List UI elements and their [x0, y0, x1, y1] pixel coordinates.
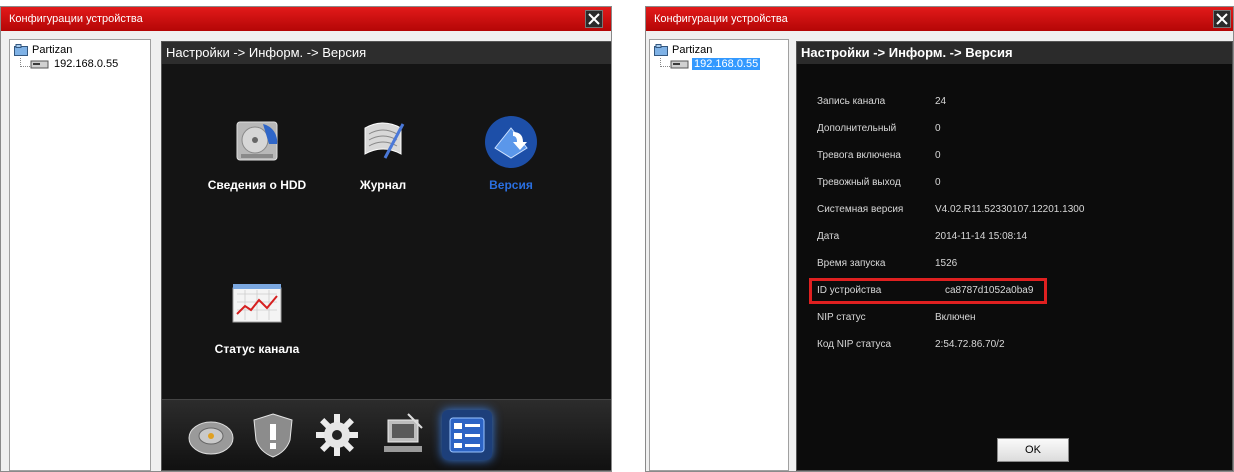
info-list-icon	[449, 417, 485, 453]
info-value: V4.02.R11.52330107.12201.1300	[935, 204, 1085, 215]
dvr-device-icon	[670, 60, 689, 69]
info-key: Код NIP статуса	[817, 339, 891, 350]
settings-gear-icon	[316, 414, 358, 456]
dock-item-info[interactable]	[442, 410, 492, 460]
version-info-panel: Настройки -> Информ. -> Версия Запись ка…	[796, 41, 1233, 471]
window-title: Конфигурации устройства	[9, 13, 143, 25]
info-key: Дополнительный	[817, 123, 897, 134]
info-value: 0	[935, 177, 941, 188]
close-icon	[588, 13, 600, 25]
dvr-device-icon	[30, 60, 49, 69]
bottom-dock	[162, 399, 611, 470]
device-config-window-right: Конфигурации устройства Partizan 192.168…	[645, 6, 1234, 472]
info-key: Запись канала	[817, 96, 886, 107]
tile-label: Журнал	[359, 178, 407, 192]
ok-button[interactable]: OK	[997, 438, 1069, 462]
device-tree: Partizan 192.168.0.55	[9, 39, 151, 471]
info-key: Дата	[817, 231, 840, 242]
tile-hdd-info[interactable]: Сведения о HDD	[192, 114, 322, 198]
info-value: 2:54.72.86.70/2	[935, 339, 1005, 350]
disk-icon	[188, 421, 234, 455]
tile-label: Версия	[489, 178, 533, 192]
dock-item-storage[interactable]	[186, 410, 236, 460]
info-key: Время запуска	[817, 258, 886, 269]
group-folder-icon	[14, 44, 28, 56]
dock-item-settings[interactable]	[312, 410, 362, 460]
window-titlebar[interactable]: Конфигурации устройства	[646, 7, 1233, 31]
dock-item-alarm[interactable]	[248, 410, 298, 460]
info-key: Тревога включена	[817, 150, 901, 161]
version-icon	[485, 116, 537, 168]
alarm-shield-icon	[253, 413, 293, 458]
tile-label: Статус канала	[214, 342, 300, 356]
close-button[interactable]	[585, 10, 603, 28]
tree-root-label: Partizan	[672, 44, 713, 56]
device-tree: Partizan 192.168.0.55	[649, 39, 789, 471]
tree-root-label: Partizan	[32, 44, 73, 56]
close-button[interactable]	[1213, 10, 1231, 28]
breadcrumb: Настройки -> Информ. -> Версия	[797, 42, 1232, 64]
device-config-window-left: Конфигурации устройства Partizan 192.168…	[0, 6, 612, 472]
tile-label: Сведения о HDD	[207, 178, 307, 192]
tree-item-device-label-selected: 192.168.0.55	[692, 58, 761, 70]
close-icon	[1216, 13, 1228, 25]
info-value: Включен	[935, 312, 976, 323]
window-title: Конфигурации устройства	[654, 13, 788, 25]
hdd-icon	[236, 121, 278, 161]
tile-version[interactable]: Версия	[446, 114, 576, 198]
dock-item-network[interactable]	[378, 410, 428, 460]
tile-journal[interactable]: Журнал	[318, 114, 448, 198]
info-key: NIP статус	[817, 312, 866, 323]
network-icon	[384, 413, 423, 452]
channel-status-icon	[232, 284, 282, 323]
info-value: 0	[935, 150, 941, 161]
device-id-highlight	[809, 278, 1047, 304]
log-icon	[364, 122, 405, 159]
config-panel: Настройки -> Информ. -> Версия Сведения …	[161, 41, 611, 471]
tree-item-device-label: 192.168.0.55	[54, 58, 119, 70]
breadcrumb: Настройки -> Информ. -> Версия	[162, 42, 611, 64]
group-folder-icon	[654, 44, 668, 56]
info-key: Системная версия	[817, 204, 904, 215]
info-value: 24	[935, 96, 947, 107]
info-value: 0	[935, 123, 941, 134]
info-value: 2014-11-14 15:08:14	[935, 231, 1028, 242]
tile-channel-status[interactable]: Статус канала	[192, 278, 322, 362]
window-titlebar[interactable]: Конфигурации устройства	[1, 7, 611, 31]
info-key: Тревожный выход	[817, 177, 901, 188]
info-value: 1526	[935, 258, 958, 269]
